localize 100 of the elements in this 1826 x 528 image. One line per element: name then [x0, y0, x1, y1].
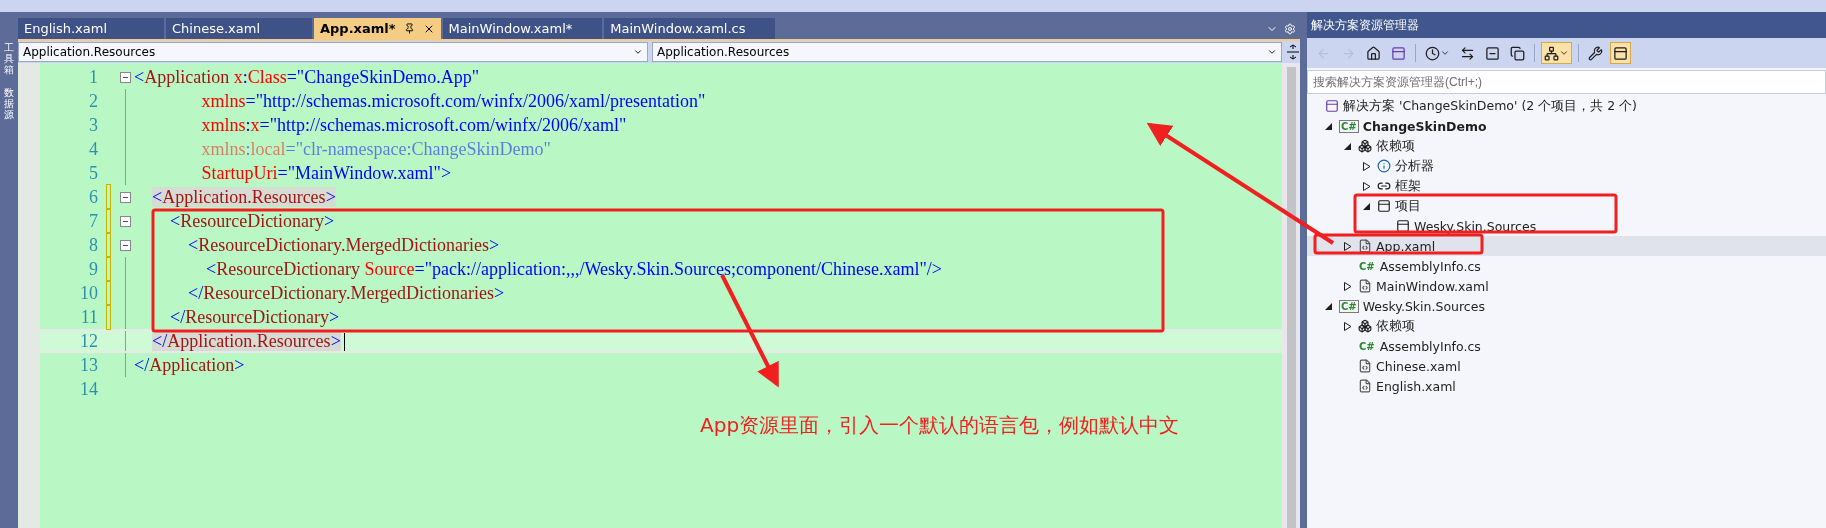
file-tab[interactable]: MainWindow.xaml.cs — [604, 18, 776, 39]
tree-item[interactable]: C# AssemblyInfo.cs — [1307, 336, 1826, 356]
forward-icon — [1341, 45, 1356, 61]
side-tab[interactable]: 工具箱 — [4, 42, 14, 75]
tree-item[interactable]: 解决方案 'ChangeSkinDemo' (2 个项目，共 2 个) — [1307, 96, 1826, 116]
side-tab[interactable]: 数据源 — [4, 87, 14, 120]
type-dropdown[interactable]: Application.Resources — [18, 42, 648, 62]
tree-item[interactable]: English.xaml — [1307, 376, 1826, 396]
expanded-arrow-icon[interactable] — [1361, 201, 1371, 211]
tree-item[interactable]: Wesky.Skin.Sources — [1307, 216, 1826, 236]
hierarchy-icon — [1544, 45, 1559, 61]
file-tab[interactable]: MainWindow.xaml* — [442, 18, 603, 39]
code-line: xmlns:local="clr-namespace:ChangeSkinDemo" — [200, 138, 551, 160]
fold-icon[interactable] — [120, 239, 131, 251]
annotation-note: App资源里面，引入一个默认的语言包，例如默认中文 — [700, 412, 1180, 439]
fold-icon[interactable] — [120, 215, 131, 227]
caret-icon — [1440, 48, 1450, 58]
project-icon — [1377, 199, 1391, 213]
code-line: xmlns:x="http://schemas.microsoft.com/winfx/2006/xaml" — [200, 114, 627, 136]
file-tab[interactable]: Chinese.xaml — [166, 18, 312, 39]
toolbar-button[interactable] — [1541, 42, 1572, 64]
home-icon — [1366, 45, 1381, 61]
tree-item[interactable]: C# ChangeSkinDemo — [1307, 116, 1826, 136]
analyzer-icon — [1377, 159, 1391, 173]
preview-icon — [1613, 45, 1628, 61]
line-number: 10 — [79, 282, 98, 304]
code-line: <Application.Resources> — [151, 186, 336, 208]
tree-item[interactable]: 项目 — [1307, 196, 1826, 216]
toolbar-button[interactable] — [1610, 42, 1631, 64]
xaml-file-icon — [1358, 359, 1372, 373]
line-number: 14 — [79, 378, 98, 400]
collapsed-arrow-icon[interactable] — [1342, 321, 1352, 331]
dependencies-icon — [1358, 139, 1372, 153]
code-line: </ResourceDictionary.MergedDictionaries> — [187, 282, 505, 304]
line-number: 8 — [88, 234, 98, 256]
code-line: <ResourceDictionary.MergedDictionaries> — [187, 234, 500, 256]
file-tab[interactable]: App.xaml* — [314, 18, 441, 39]
tree-item[interactable]: 依赖项 — [1307, 316, 1826, 336]
line-number: 12 — [79, 330, 98, 352]
line-number: 11 — [79, 306, 98, 328]
split-icon[interactable] — [1286, 44, 1300, 60]
code-line: </ResourceDictionary> — [169, 306, 340, 328]
project-icon — [1396, 219, 1410, 233]
line-number: 5 — [88, 162, 98, 184]
fold-icon[interactable] — [120, 191, 131, 203]
csharp-project-icon: C# — [1339, 299, 1359, 313]
line-number: 6 — [88, 186, 98, 208]
tree-item[interactable]: 依赖项 — [1307, 136, 1826, 156]
file-tab[interactable]: English.xaml — [18, 18, 164, 39]
caret-icon — [1559, 48, 1569, 58]
tree-item[interactable]: C# AssemblyInfo.cs — [1307, 256, 1826, 276]
xaml-file-icon — [1358, 239, 1372, 253]
xaml-file-icon — [1358, 379, 1372, 393]
clock-icon — [1425, 45, 1440, 61]
caret-icon — [1267, 47, 1277, 57]
csharp-file-icon: C# — [1358, 260, 1376, 272]
code-line: </Application> — [134, 354, 245, 376]
sync-icon — [1460, 45, 1475, 61]
xaml-file-icon — [1358, 279, 1372, 293]
member-dropdown[interactable]: Application.Resources — [652, 42, 1282, 62]
panel-title: 解决方案资源管理器 — [1307, 12, 1826, 38]
code-line: StartupUri="MainWindow.xaml"> — [200, 162, 452, 184]
line-number: 1 — [88, 66, 98, 88]
collapse-icon — [1485, 45, 1500, 61]
collapsed-arrow-icon[interactable] — [1342, 241, 1352, 251]
settings-icon[interactable] — [1284, 23, 1296, 35]
tree-item[interactable]: Chinese.xaml — [1307, 356, 1826, 376]
code-line: <ResourceDictionary Source="pack://application:,,,/Wesky.Skin.Sources;component/Chinese.xaml"/> — [205, 258, 942, 280]
views-icon — [1391, 45, 1406, 61]
collapsed-arrow-icon[interactable] — [1361, 161, 1371, 171]
csharp-file-icon: C# — [1358, 340, 1376, 352]
framework-icon — [1377, 179, 1391, 193]
line-number: 13 — [79, 354, 98, 376]
tree-item[interactable]: MainWindow.xaml — [1307, 276, 1826, 296]
line-number: 2 — [88, 90, 98, 112]
code-line: <Application x:Class="ChangeSkinDemo.App" — [134, 66, 479, 88]
fold-icon[interactable] — [120, 71, 131, 83]
collapsed-arrow-icon[interactable] — [1342, 281, 1352, 291]
wrench-icon — [1588, 45, 1603, 61]
copy-icon — [1510, 45, 1525, 61]
expanded-arrow-icon[interactable] — [1323, 301, 1333, 311]
scrollbar[interactable] — [1282, 63, 1300, 528]
expanded-arrow-icon[interactable] — [1342, 141, 1352, 151]
tree-item[interactable]: 分析器 — [1307, 156, 1826, 176]
search-field[interactable]: 搜索解决方案资源管理器(Ctrl+;) — [1307, 70, 1826, 94]
caret-icon — [633, 47, 643, 57]
tree-item[interactable]: C# Wesky.Skin.Sources — [1307, 296, 1826, 316]
line-number: 9 — [88, 258, 98, 280]
tree-item[interactable]: 框架 — [1307, 176, 1826, 196]
dependencies-icon — [1358, 319, 1372, 333]
line-number: 4 — [88, 138, 98, 160]
line-number: 7 — [88, 210, 98, 232]
csharp-project-icon: C# — [1339, 119, 1359, 133]
code-line: <ResourceDictionary> — [169, 210, 335, 232]
collapsed-arrow-icon[interactable] — [1361, 181, 1371, 191]
back-icon — [1316, 45, 1331, 61]
solution-icon — [1325, 99, 1339, 113]
code-line: xmlns="http://schemas.microsoft.com/winfx/2006/xaml/presentation" — [200, 90, 706, 112]
expanded-arrow-icon[interactable] — [1323, 121, 1333, 131]
pin-icon[interactable] — [403, 23, 415, 34]
